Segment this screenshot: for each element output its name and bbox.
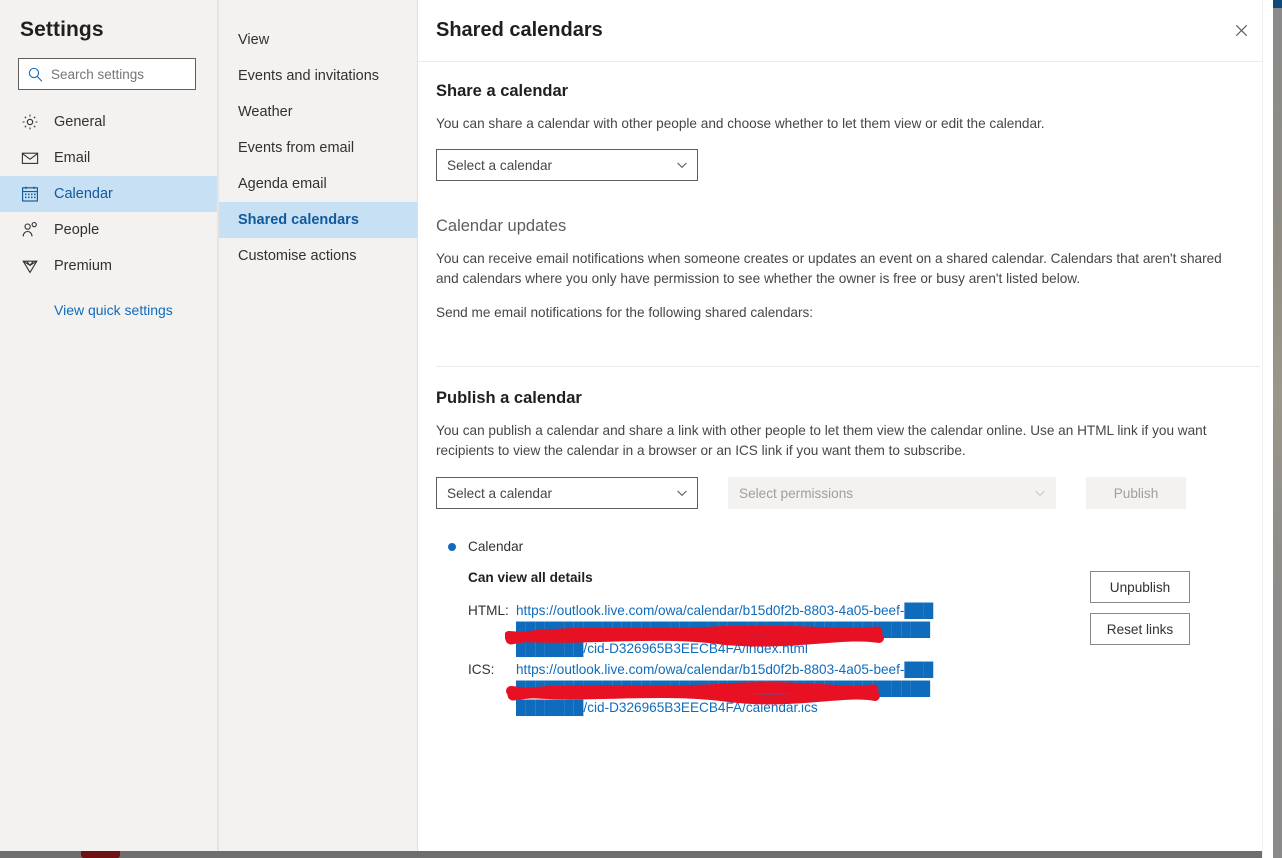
reset-links-button[interactable]: Reset links	[1090, 613, 1190, 645]
unpublish-button[interactable]: Unpublish	[1090, 571, 1190, 603]
settings-sidebar: Settings General	[0, 0, 218, 858]
close-icon[interactable]	[1226, 16, 1256, 46]
publish-calendar-select-value: Select a calendar	[447, 485, 553, 501]
sidebar-item-label: Email	[54, 149, 91, 166]
people-icon	[20, 220, 40, 240]
updates-section-heading: Calendar updates	[436, 217, 567, 235]
panel-title: Shared calendars	[436, 19, 603, 41]
gear-icon	[20, 112, 40, 132]
published-calendar-name: Calendar	[468, 539, 524, 554]
window-scrollbar[interactable]	[1262, 0, 1282, 858]
published-link-row: ICS: https://outlook.live.com/owa/calend…	[468, 660, 1066, 717]
published-calendar-links: HTML: https://outlook.live.com/owa/calen…	[468, 601, 1066, 717]
search-settings-field[interactable]	[18, 58, 196, 90]
publish-button[interactable]: Publish	[1086, 477, 1186, 509]
diamond-icon	[20, 256, 40, 276]
chevron-down-icon	[675, 158, 689, 172]
sidebar-item-general[interactable]: General	[0, 104, 217, 140]
search-icon	[27, 66, 44, 83]
chevron-down-icon	[1033, 486, 1047, 500]
published-calendar-entry: Calendar Can view all details HTML: http…	[436, 539, 1260, 719]
subnav-item-customise-actions[interactable]: Customise actions	[218, 238, 417, 274]
html-link-url[interactable]: https://outlook.live.com/owa/calendar/b1…	[516, 601, 936, 658]
chevron-down-icon	[675, 486, 689, 500]
sidebar-item-premium[interactable]: Premium	[0, 248, 217, 284]
publish-calendar-select[interactable]: Select a calendar	[436, 477, 698, 509]
published-calendar-permission: Can view all details	[468, 570, 593, 585]
publish-section-heading: Publish a calendar	[436, 389, 582, 407]
panel-body: Share a calendar You can share a calenda…	[418, 82, 1282, 719]
shared-calendars-panel: Shared calendars Share a calendar You ca…	[418, 0, 1282, 858]
scrollbar-thumb[interactable]	[1273, 0, 1282, 858]
sidebar-nav-list: General Email Calendar People Premium	[0, 104, 217, 284]
sidebar-item-calendar[interactable]: Calendar	[0, 176, 217, 212]
subnav-item-events-and-invitations[interactable]: Events and invitations	[218, 58, 417, 94]
ics-link-label: ICS:	[468, 662, 495, 677]
sidebar-item-people[interactable]: People	[0, 212, 217, 248]
subnav-item-view[interactable]: View	[218, 22, 417, 58]
share-section-heading: Share a calendar	[436, 82, 569, 100]
publish-section-description: You can publish a calendar and share a l…	[436, 423, 1207, 458]
search-input[interactable]	[51, 66, 187, 82]
subnav-item-weather[interactable]: Weather	[218, 94, 417, 130]
publish-controls-row: Select a calendar Select permissions Pub…	[436, 477, 1260, 509]
sidebar-item-label: Calendar	[54, 185, 113, 202]
subnav-item-agenda-email[interactable]: Agenda email	[218, 166, 417, 202]
published-calendar-name-row: Calendar	[436, 539, 1066, 554]
published-link-row: HTML: https://outlook.live.com/owa/calen…	[468, 601, 1066, 658]
calendar-icon	[20, 184, 40, 204]
scrollbar-accent	[1273, 0, 1282, 8]
publish-permissions-select-value: Select permissions	[739, 485, 854, 501]
subnav-item-events-from-email[interactable]: Events from email	[218, 130, 417, 166]
sidebar-item-label: Premium	[54, 257, 113, 274]
published-calendar-info: Calendar Can view all details HTML: http…	[436, 539, 1066, 719]
updates-section-subtext: Send me email notifications for the foll…	[436, 305, 814, 320]
taskbar-active-indicator	[81, 851, 120, 858]
page-title: Settings	[20, 18, 104, 41]
taskbar-strip	[0, 851, 1262, 858]
section-divider	[436, 366, 1260, 367]
column-seam	[218, 0, 219, 851]
settings-window: Settings General	[0, 0, 1282, 858]
ics-link-url[interactable]: https://outlook.live.com/owa/calendar/b1…	[516, 660, 936, 717]
sidebar-item-label: People	[54, 221, 100, 238]
view-quick-settings-link[interactable]: View quick settings	[0, 302, 217, 318]
html-link-label: HTML:	[468, 603, 509, 618]
envelope-icon	[20, 148, 40, 168]
share-calendar-select[interactable]: Select a calendar	[436, 149, 698, 181]
sidebar-item-label: General	[54, 113, 106, 130]
calendar-subnav: View Events and invitations Weather Even…	[218, 0, 418, 858]
subnav-item-shared-calendars[interactable]: Shared calendars	[218, 202, 417, 238]
published-calendar-actions: Unpublish Reset links	[1090, 539, 1260, 645]
sidebar-item-email[interactable]: Email	[0, 140, 217, 176]
publish-permissions-select[interactable]: Select permissions	[728, 477, 1056, 509]
panel-header: Shared calendars	[418, 0, 1282, 62]
share-section-description: You can share a calendar with other peop…	[436, 116, 1045, 131]
calendar-color-dot	[448, 542, 456, 551]
share-calendar-select-value: Select a calendar	[447, 157, 553, 173]
updates-section-description: You can receive email notifications when…	[436, 251, 1222, 286]
